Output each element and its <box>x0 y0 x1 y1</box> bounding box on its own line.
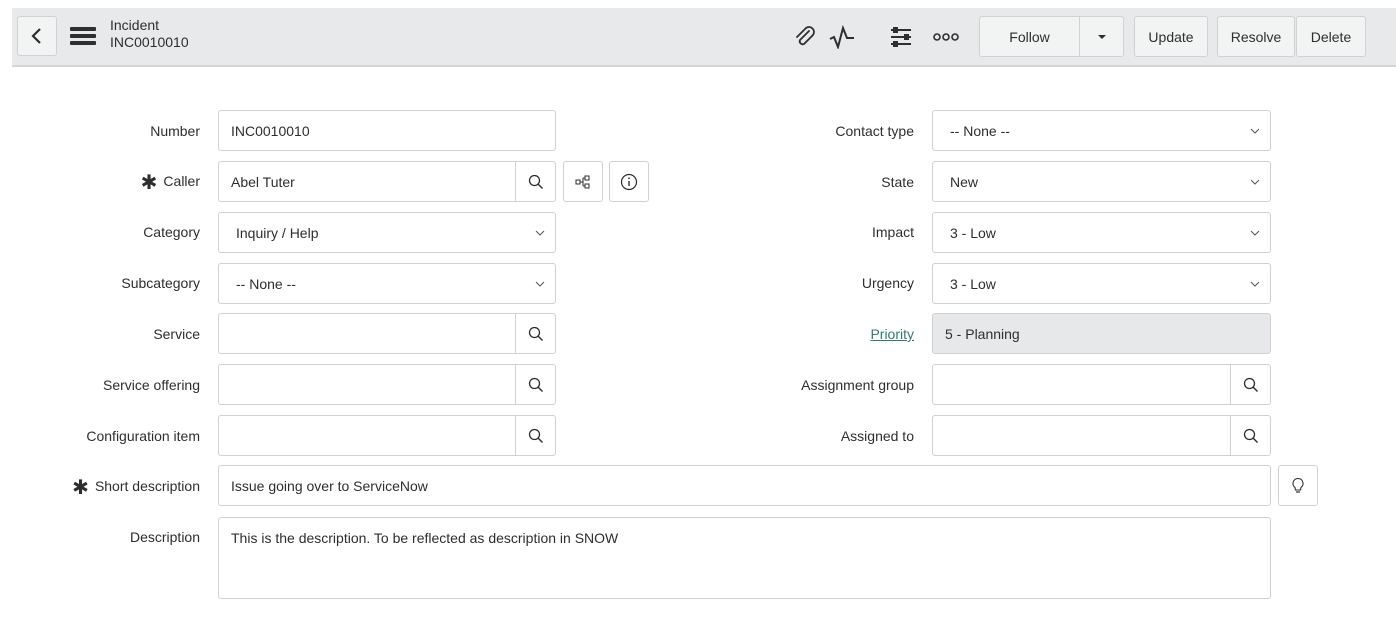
subcategory-value: -- None -- <box>236 275 296 292</box>
record-type: Incident <box>110 17 160 33</box>
short-description-field[interactable]: Issue going over to ServiceNow <box>218 465 1271 506</box>
chevron-down-icon <box>1240 179 1270 185</box>
suggestion-button[interactable] <box>1278 465 1318 506</box>
category-select[interactable]: Inquiry / Help <box>218 212 556 253</box>
impact-select[interactable]: 3 - Low <box>932 212 1271 253</box>
contact-type-value: -- None -- <box>950 122 1010 139</box>
activity-icon <box>829 25 854 49</box>
contact-type-label: Contact type <box>835 123 914 139</box>
service-offering-lookup-button[interactable] <box>515 365 555 404</box>
service-offering-field[interactable] <box>218 364 556 405</box>
caller-label: ✱ Caller <box>140 172 200 194</box>
subcategory-select[interactable]: -- None -- <box>218 263 556 304</box>
search-icon <box>528 377 543 392</box>
contact-type-select[interactable]: -- None -- <box>932 110 1271 151</box>
follow-button-group: Follow <box>979 16 1124 57</box>
activity-button[interactable] <box>829 24 855 50</box>
assignment-group-lookup-button[interactable] <box>1230 365 1270 404</box>
back-button[interactable] <box>17 16 57 56</box>
caller-field[interactable]: Abel Tuter <box>218 161 556 202</box>
caller-lookup-button[interactable] <box>515 162 555 201</box>
search-icon <box>1243 377 1258 392</box>
caller-value: Abel Tuter <box>231 173 295 190</box>
follow-button[interactable]: Follow <box>980 17 1080 56</box>
back-icon <box>31 28 41 44</box>
search-icon <box>528 174 543 189</box>
category-label: Category <box>143 224 200 240</box>
search-icon <box>528 428 543 443</box>
chevron-down-icon <box>1240 281 1270 287</box>
mandatory-icon: ✱ <box>140 172 158 194</box>
hierarchy-icon <box>575 175 590 188</box>
show-dependency-button[interactable] <box>563 161 603 202</box>
number-field[interactable]: INC0010010 <box>218 110 556 151</box>
resolve-button[interactable]: Resolve <box>1217 16 1295 57</box>
state-label: State <box>881 174 914 190</box>
delete-button[interactable]: Delete <box>1296 16 1366 57</box>
urgency-label: Urgency <box>861 275 914 291</box>
record-title: Incident INC0010010 <box>110 17 189 51</box>
chevron-down-icon <box>1240 128 1270 134</box>
assignment-group-field[interactable] <box>932 364 1271 405</box>
paperclip-icon <box>796 26 815 46</box>
more-options-button[interactable] <box>933 24 959 50</box>
search-icon <box>1243 428 1258 443</box>
number-label: Number <box>150 123 200 139</box>
record-header: Incident INC0010010 Follow Update Resolv… <box>12 8 1396 67</box>
search-icon <box>528 326 543 341</box>
impact-value: 3 - Low <box>950 224 996 241</box>
impact-label: Impact <box>871 224 914 240</box>
chevron-down-icon <box>525 230 555 236</box>
category-value: Inquiry / Help <box>236 224 319 241</box>
personalize-form-button[interactable] <box>888 24 914 50</box>
configuration-item-label: Configuration item <box>86 428 200 444</box>
number-value: INC0010010 <box>231 122 310 139</box>
caller-info-button[interactable] <box>609 161 649 202</box>
settings-sliders-icon <box>891 27 911 47</box>
short-description-value: Issue going over to ServiceNow <box>231 477 428 494</box>
priority-link[interactable]: Priority <box>700 326 914 342</box>
service-lookup-button[interactable] <box>515 314 555 353</box>
service-label: Service <box>153 326 200 342</box>
attachment-button[interactable] <box>792 24 818 50</box>
more-options-icon <box>933 33 959 41</box>
priority-value: 5 - Planning <box>945 325 1020 342</box>
hamburger-menu-icon[interactable] <box>70 27 96 45</box>
assigned-to-lookup-button[interactable] <box>1230 416 1270 455</box>
caret-down-icon <box>1097 34 1106 39</box>
assigned-to-label: Assigned to <box>840 428 914 444</box>
lightbulb-icon <box>1292 477 1304 493</box>
info-icon <box>620 173 638 190</box>
priority-field: 5 - Planning <box>932 313 1271 354</box>
short-description-label: ✱ Short description <box>72 477 200 499</box>
service-offering-label: Service offering <box>102 377 200 393</box>
chevron-down-icon <box>525 281 555 287</box>
subcategory-label: Subcategory <box>121 275 200 291</box>
service-field[interactable] <box>218 313 556 354</box>
update-button[interactable]: Update <box>1134 16 1208 57</box>
urgency-select[interactable]: 3 - Low <box>932 263 1271 304</box>
record-number: INC0010010 <box>110 34 189 50</box>
urgency-value: 3 - Low <box>950 275 996 292</box>
configuration-item-field[interactable] <box>218 415 556 456</box>
assigned-to-field[interactable] <box>932 415 1271 456</box>
follow-dropdown-button[interactable] <box>1080 17 1123 56</box>
chevron-down-icon <box>1240 230 1270 236</box>
state-value: New <box>950 173 979 190</box>
description-textarea[interactable]: This is the description. To be reflected… <box>218 517 1271 599</box>
state-select[interactable]: New <box>932 161 1271 202</box>
assignment-group-label: Assignment group <box>801 377 914 393</box>
mandatory-icon: ✱ <box>72 477 89 499</box>
description-label: Description <box>129 529 200 545</box>
configuration-item-lookup-button[interactable] <box>515 416 555 455</box>
